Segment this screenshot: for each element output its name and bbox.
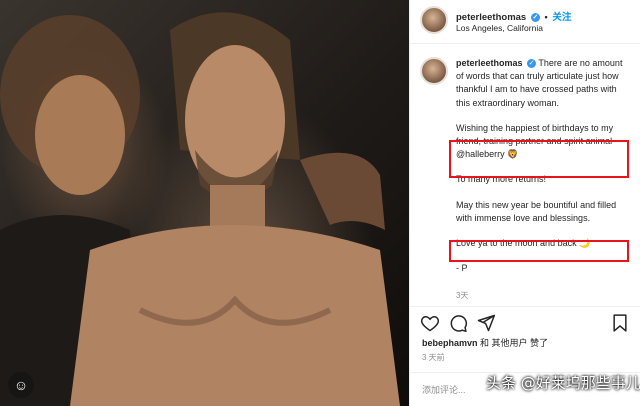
likes-rest: 和 其他用户 赞了 [480,338,549,348]
post-photo[interactable]: ☺ [0,0,409,406]
comment-icon[interactable] [448,313,468,333]
caption-paragraph-4: May this new year be bountiful and fille… [456,199,617,223]
likes-text: bebephamvn 和 其他用户 赞了 [422,336,548,349]
caption-timestamp: 3天 [456,291,469,300]
verified-badge-icon: ✓ [527,59,537,69]
verified-badge-icon: ✓ [530,12,540,22]
separator-dot: • [544,12,548,22]
highlight-box [449,240,629,262]
heart-icon[interactable] [420,313,440,333]
avatar[interactable] [420,6,448,34]
likes-user[interactable]: bebephamvn [422,338,478,348]
location-link[interactable]: Los Angeles, California [456,23,543,33]
share-icon[interactable] [476,313,496,333]
username-link[interactable]: peterleethomas [456,12,526,23]
highlight-box [449,140,629,178]
post-timestamp: 3 天前 [422,353,445,362]
action-bar [410,306,640,338]
caption-paragraph-1: peterleethomas ✓ There are no amount of … [456,57,626,110]
watermark: 头条 @好莱坞那些事儿 [486,374,640,392]
post-sidebar: peterleethomas ✓ • 关注 Los Angeles, Calif… [409,0,640,406]
photo-illustration [0,12,400,406]
comment-input[interactable]: 添加评论... [422,383,466,396]
user-tag-icon[interactable]: ☺ [8,372,34,398]
header-username-row: peterleethomas ✓ • 关注 [456,9,571,23]
caption-avatar[interactable] [420,57,448,85]
bookmark-icon[interactable] [610,313,630,333]
post-header: peterleethomas ✓ • 关注 Los Angeles, Calif… [410,0,640,44]
caption-paragraph-6: - P [456,263,468,274]
caption-username[interactable]: peterleethomas [456,58,523,68]
follow-button[interactable]: 关注 [552,12,571,23]
